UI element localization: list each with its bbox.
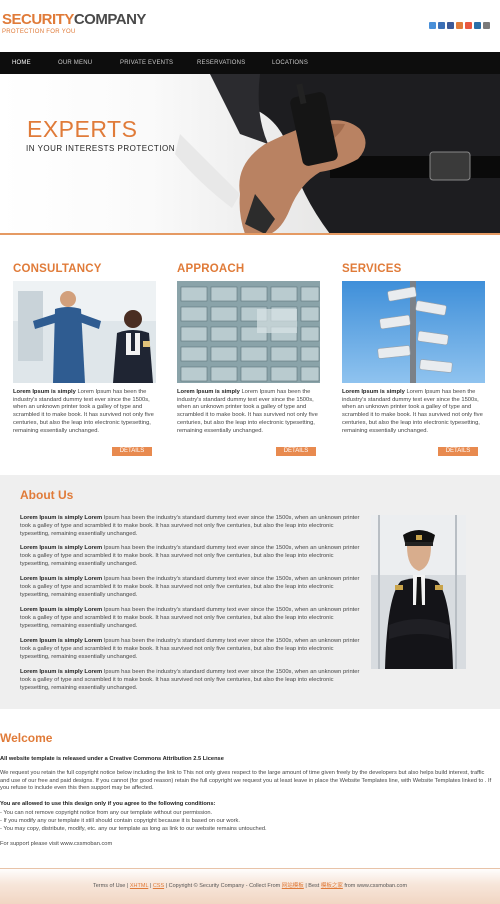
about-paragraph: Lorem Ipsum is simply Lorem Ipsum has be… (20, 576, 360, 599)
condition-item: - You can not remove copyright notice fr… (0, 810, 213, 816)
footer-terms-link[interactable]: Terms of Use (93, 883, 125, 889)
rss-icon[interactable] (456, 22, 463, 29)
about-lead: Lorem Ipsum is simply Lorem (20, 545, 103, 551)
about-lead: Lorem Ipsum is simply Lorem (20, 669, 103, 675)
nav-item-home[interactable]: HOME (12, 52, 31, 74)
about-section: About Us Lorem Ipsum is simply Lorem Ips… (0, 475, 500, 709)
stumbleupon-icon[interactable] (465, 22, 472, 29)
nav-item-our-menu[interactable]: OUR MENU (58, 52, 92, 74)
footer-divider (0, 868, 500, 869)
logo[interactable]: SECURITYCOMPANY (2, 12, 146, 28)
welcome-title: Welcome (0, 731, 53, 745)
nav-item-reservations[interactable]: RESERVATIONS (197, 52, 245, 74)
hero-subtitle: IN YOUR INTERESTS PROTECTION (26, 144, 175, 153)
about-paragraph: Lorem Ipsum is simply Lorem Ipsum has be… (20, 669, 360, 692)
approach-text: Lorem Ipsum is simply Lorem Ipsum has be… (177, 389, 320, 435)
services-body: Lorem Ipsum has been the industry's stan… (342, 389, 483, 434)
license-heading-text: All website template is released under a… (0, 756, 224, 762)
about-lead: Lorem Ipsum is simply Lorem (20, 607, 103, 613)
facebook-icon[interactable] (447, 22, 454, 29)
footer-xhtml-link[interactable]: XHTML (130, 883, 148, 889)
services-title: SERVICES (342, 263, 402, 275)
consultancy-title: CONSULTANCY (13, 263, 102, 275)
logo-tagline: PROTECTION FOR YOU (2, 29, 76, 35)
digg-icon[interactable] (438, 22, 445, 29)
about-lead: Lorem Ipsum is simply Lorem (20, 638, 103, 644)
consultancy-text: Lorem Ipsum is simply Lorem Ipsum has be… (13, 389, 156, 435)
request-text: We request you retain the full copyright… (0, 770, 492, 792)
footer-best: | Best (303, 883, 321, 889)
allowed-heading-text: You are allowed to use this design only … (0, 801, 216, 807)
approach-title: APPROACH (177, 263, 245, 275)
logo-part1: SECURITY (2, 11, 74, 28)
approach-details-button[interactable]: DETAILS (276, 447, 316, 456)
logo-part2: COMPANY (73, 11, 147, 28)
about-lead: Lorem Ipsum is simply Lorem (20, 515, 103, 521)
about-title: About Us (20, 488, 74, 502)
services-lead: Lorem Ipsum is simply (342, 389, 405, 395)
approach-body: Lorem Ipsum has been the industry's stan… (177, 389, 318, 434)
about-image (371, 515, 466, 669)
consultancy-body: Lorem Ipsum has been the industry's stan… (13, 389, 154, 434)
approach-lead: Lorem Ipsum is simply (177, 389, 240, 395)
site-footer: Terms of Use | XHTML | CSS | Copyright ©… (0, 868, 500, 904)
consultancy-image (13, 281, 156, 383)
services-column: SERVICES Lorem Ipsum is simply Lorem Ips… (342, 263, 485, 435)
allowed-heading: You are allowed to use this design only … (0, 801, 494, 809)
approach-column: APPROACH Lorem Ipsum is simply Lorem Ips… (177, 263, 320, 435)
services-details-button[interactable]: DETAILS (438, 447, 478, 456)
footer-from: from www.cssmoban.com (342, 883, 408, 889)
nav-item-locations[interactable]: LOCATIONS (272, 52, 308, 74)
footer-collect-link[interactable]: 网站模板 (282, 883, 304, 889)
nav-item-private-events[interactable]: PRIVATE EVENTS (120, 52, 173, 74)
approach-image (177, 281, 320, 383)
linkedin-icon[interactable] (474, 22, 481, 29)
hero-title: EXPERTS (27, 116, 138, 142)
email-icon[interactable] (483, 22, 490, 29)
main-nav: HOME OUR MENU PRIVATE EVENTS RESERVATION… (0, 52, 500, 74)
about-paragraph: Lorem Ipsum is simply Lorem Ipsum has be… (20, 545, 360, 568)
footer-copyright: | Copyright © Security Company - Collect… (164, 883, 282, 889)
about-paragraph: Lorem Ipsum is simply Lorem Ipsum has be… (20, 515, 360, 538)
license-heading: All website template is released under a… (0, 756, 494, 764)
support-text: For support please visit www.cssmoban.co… (0, 841, 113, 847)
site-header: SECURITYCOMPANY PROTECTION FOR YOU (0, 0, 500, 52)
footer-text: Terms of Use | XHTML | CSS | Copyright ©… (0, 881, 500, 889)
consultancy-lead: Lorem Ipsum is simply (13, 389, 76, 395)
services-text: Lorem Ipsum is simply Lorem Ipsum has be… (342, 389, 485, 435)
about-paragraph: Lorem Ipsum is simply Lorem Ipsum has be… (20, 638, 360, 661)
about-lead: Lorem Ipsum is simply Lorem (20, 576, 103, 582)
delicious-icon[interactable] (429, 22, 436, 29)
footer-best-link[interactable]: 模板之家 (321, 883, 343, 889)
hero-image (175, 74, 500, 234)
footer-css-link[interactable]: CSS (153, 883, 164, 889)
consultancy-details-button[interactable]: DETAILS (112, 447, 152, 456)
condition-item: - If you modify any our template it stil… (0, 818, 240, 824)
about-paragraph: Lorem Ipsum is simply Lorem Ipsum has be… (20, 607, 360, 630)
hero-banner: EXPERTS IN YOUR INTERESTS PROTECTION (0, 74, 500, 234)
condition-item: - You may copy, distribute, modify, etc.… (0, 826, 267, 832)
social-icons (429, 22, 490, 29)
consultancy-column: CONSULTANCY Lorem Ipsum is simply Lorem … (13, 263, 156, 435)
services-image (342, 281, 485, 383)
hero-divider (0, 233, 500, 235)
